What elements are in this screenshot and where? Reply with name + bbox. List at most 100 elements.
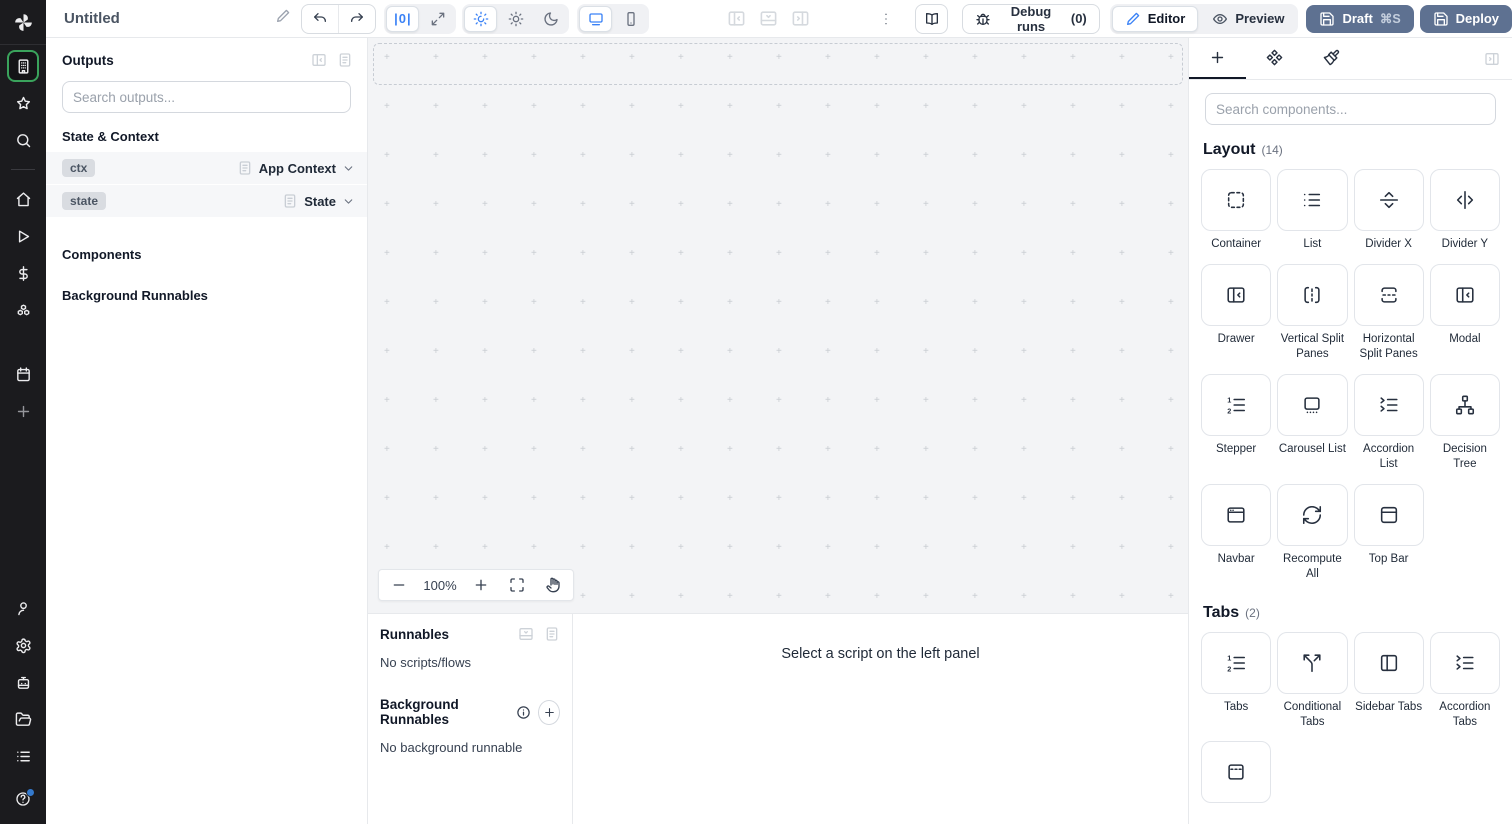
- canvas-drop-zone[interactable]: [373, 43, 1183, 85]
- sidebar-item-schedules[interactable]: [7, 358, 39, 390]
- sidebar-item-more[interactable]: [7, 395, 39, 427]
- tab-component-settings[interactable]: [1246, 38, 1303, 79]
- component-card-tabs[interactable]: 1 2 Tabs: [1201, 631, 1272, 730]
- component-card-sidebar-tabs[interactable]: Sidebar Tabs: [1353, 631, 1424, 730]
- mobile-view-button[interactable]: [614, 6, 647, 32]
- sidebar-item-home[interactable]: [7, 183, 39, 215]
- panel-right-icon[interactable]: [791, 9, 810, 28]
- component-card-blank[interactable]: [1201, 741, 1272, 809]
- outputs-panel: Outputs State & Context ctx App Context: [46, 38, 368, 824]
- component-card-box[interactable]: [1353, 169, 1424, 231]
- component-card-stepper[interactable]: 1 2 Stepper: [1201, 373, 1272, 472]
- draft-button[interactable]: Draft ⌘S: [1306, 4, 1414, 33]
- component-card-box[interactable]: [1201, 483, 1272, 546]
- component-card-container[interactable]: Container: [1201, 169, 1272, 252]
- sidebar-item-help[interactable]: [15, 788, 35, 812]
- doc-icon[interactable]: [337, 52, 353, 68]
- component-card-box[interactable]: 12: [1201, 373, 1272, 436]
- component-card-navbar[interactable]: Navbar: [1201, 483, 1272, 582]
- component-card-modal[interactable]: Modal: [1429, 263, 1500, 362]
- zoom-out-button[interactable]: [381, 570, 417, 600]
- building-icon: [15, 58, 32, 75]
- expand-canvas-button[interactable]: [421, 6, 454, 32]
- more-menu-button[interactable]: [874, 11, 897, 27]
- collapse-runnables-icon[interactable]: [518, 626, 534, 642]
- component-card-drawer[interactable]: Drawer: [1201, 263, 1272, 362]
- theme-light-button[interactable]: [499, 6, 532, 32]
- fit-view-button[interactable]: [499, 570, 535, 600]
- sidebar-item-app-editor[interactable]: [7, 50, 39, 82]
- component-card-vertical-split-panes[interactable]: Vertical Split Panes: [1277, 263, 1348, 362]
- deploy-button[interactable]: Deploy: [1419, 4, 1512, 33]
- component-card-carousel-list[interactable]: Carousel List: [1277, 373, 1348, 472]
- sidebar-item-search[interactable]: [7, 124, 39, 156]
- search-components-input[interactable]: [1205, 93, 1496, 125]
- component-card-box[interactable]: [1201, 169, 1272, 231]
- desktop-view-button[interactable]: [579, 5, 613, 32]
- component-card-list[interactable]: List: [1277, 169, 1348, 252]
- pan-tool-button[interactable]: [535, 570, 571, 600]
- component-card-box[interactable]: [1429, 263, 1500, 326]
- component-card-horizontal-split-panes[interactable]: Horizontal Split Panes: [1353, 263, 1424, 362]
- sidebar-item-settings[interactable]: [7, 629, 39, 661]
- component-card-box[interactable]: [1201, 263, 1272, 326]
- docs-button[interactable]: [915, 3, 949, 34]
- sidebar-item-user[interactable]: [7, 592, 39, 624]
- component-card-top-bar[interactable]: Top Bar: [1353, 483, 1424, 582]
- sidebar-item-folders[interactable]: [7, 703, 39, 735]
- collapse-outputs-icon[interactable]: [311, 52, 327, 68]
- add-background-runnable-button[interactable]: [538, 699, 560, 725]
- sidebar-item-workers[interactable]: [7, 666, 39, 698]
- undo-button[interactable]: [302, 4, 339, 33]
- component-card-box[interactable]: [1277, 483, 1348, 546]
- rename-app-button[interactable]: [275, 8, 291, 29]
- component-card-box[interactable]: [1277, 169, 1348, 231]
- component-card-box[interactable]: [1353, 373, 1424, 436]
- output-row-ctx[interactable]: ctx App Context: [46, 152, 367, 184]
- tab-insert-component[interactable]: [1189, 38, 1246, 79]
- sidebar-item-variables[interactable]: [7, 257, 39, 289]
- editor-mode-button[interactable]: Editor: [1111, 5, 1199, 32]
- component-card-box[interactable]: [1277, 373, 1348, 436]
- component-card-box[interactable]: [1353, 263, 1424, 326]
- sidebar-item-favorites[interactable]: [7, 87, 39, 119]
- component-card-accordion-tabs[interactable]: Accordion Tabs: [1429, 631, 1500, 730]
- component-card-box[interactable]: [1277, 263, 1348, 326]
- theme-dark-button[interactable]: [534, 6, 567, 32]
- collapse-components-panel-icon[interactable]: [1484, 51, 1500, 67]
- app-canvas[interactable]: + + + + + + + + + + + + + + + + + + + + + + + + + + + + + + + + + + + + + + + +…: [368, 38, 1188, 614]
- component-card-box[interactable]: [1353, 631, 1424, 694]
- panel-left-icon[interactable]: [727, 9, 746, 28]
- output-row-state[interactable]: state State: [46, 185, 367, 217]
- component-card-box[interactable]: 12: [1201, 631, 1272, 694]
- doc-icon[interactable]: [544, 626, 560, 642]
- sidebar-item-runs[interactable]: [7, 220, 39, 252]
- theme-auto-button[interactable]: [464, 5, 498, 32]
- component-card-box[interactable]: [1429, 169, 1500, 231]
- redo-button[interactable]: [339, 5, 376, 33]
- center-canvas-button[interactable]: |0|: [386, 5, 420, 32]
- windmill-logo[interactable]: [0, 0, 46, 45]
- chevron-down-icon[interactable]: [342, 195, 355, 208]
- component-card-box[interactable]: [1277, 631, 1348, 694]
- component-card-box[interactable]: [1429, 373, 1500, 436]
- component-card-divider-y[interactable]: Divider Y: [1429, 169, 1500, 252]
- panel-bottom-icon[interactable]: [759, 9, 778, 28]
- sidebar-item-resources[interactable]: [7, 294, 39, 326]
- debug-runs-button[interactable]: Debug runs (0): [962, 3, 1100, 34]
- zoom-in-button[interactable]: [463, 570, 499, 600]
- component-card-conditional-tabs[interactable]: Conditional Tabs: [1277, 631, 1348, 730]
- chevron-down-icon[interactable]: [342, 162, 355, 175]
- component-card-box[interactable]: [1201, 741, 1272, 804]
- component-card-decision-tree[interactable]: Decision Tree: [1429, 373, 1500, 472]
- sidebar-item-logs[interactable]: [7, 740, 39, 772]
- component-card-box[interactable]: [1353, 483, 1424, 546]
- navbar-icon: [1225, 504, 1247, 526]
- component-card-box[interactable]: [1429, 631, 1500, 694]
- component-card-accordion-list[interactable]: Accordion List: [1353, 373, 1424, 472]
- search-outputs-input[interactable]: [62, 81, 351, 113]
- tab-styling[interactable]: [1303, 38, 1360, 79]
- preview-mode-button[interactable]: Preview: [1200, 6, 1296, 32]
- component-card-recompute-all[interactable]: Recompute All: [1277, 483, 1348, 582]
- component-card-divider-x[interactable]: Divider X: [1353, 169, 1424, 252]
